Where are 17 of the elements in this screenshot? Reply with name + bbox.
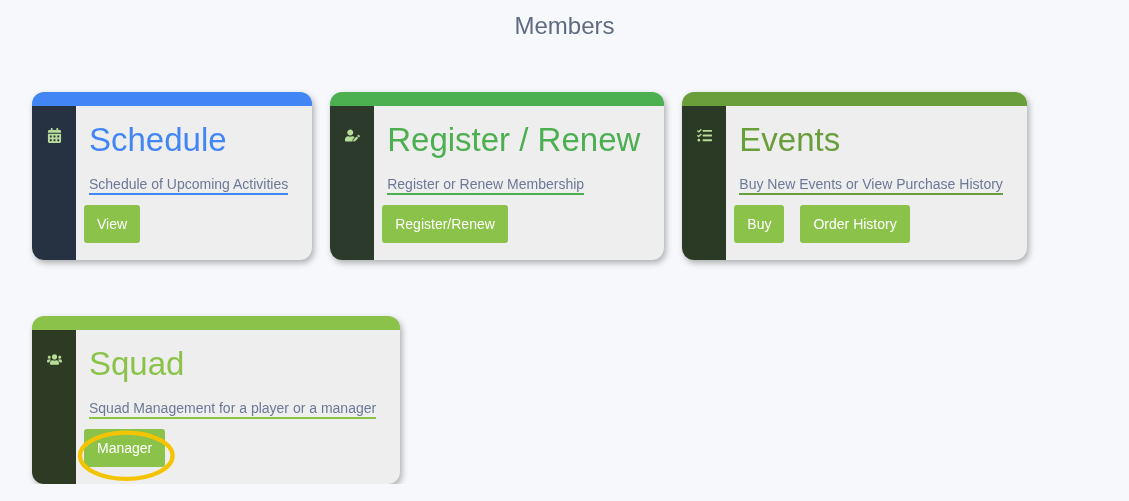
card-title: Events [739,120,842,160]
users-icon [46,352,62,368]
action-button[interactable]: Buy [734,205,785,243]
action-button[interactable]: View [84,205,141,243]
calendar-icon [46,128,62,144]
card-link[interactable]: Register or Renew Membership [387,176,585,195]
card-link[interactable]: Squad Management for a player or a manager [89,400,377,419]
action-button[interactable]: Order History [800,205,910,243]
card-link[interactable]: Buy New Events or View Purchase History [739,176,1003,195]
page-title: Members [513,12,616,40]
action-button[interactable]: Register/Renew [382,205,508,243]
checklist-icon [696,128,712,144]
card-title: Schedule [89,120,228,160]
card-link[interactable]: Schedule of Upcoming Activities [89,176,289,195]
card-title: Register / Renew [387,120,641,160]
card-title: Squad [89,344,186,384]
user-edit-icon [344,128,360,144]
